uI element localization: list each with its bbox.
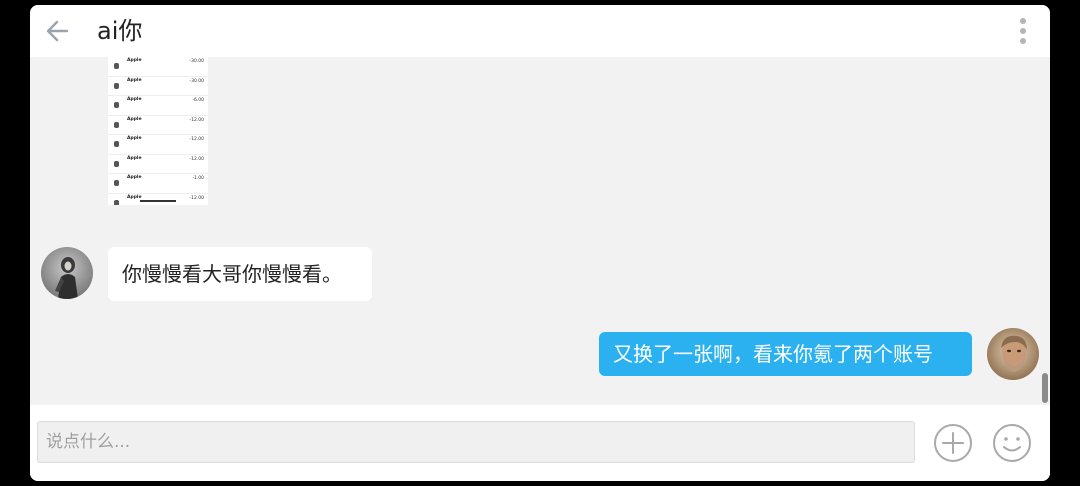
receipt-row: Apple -6.00 [108,96,208,116]
receipt-amount: -1.00 [192,176,204,181]
apple-icon [114,180,119,186]
receipt-name: Apple [127,136,142,141]
redaction-bar [140,199,176,202]
incoming-message[interactable]: 你慢慢看大哥你慢慢看。 [108,247,372,301]
user-avatar-image [987,328,1039,380]
receipt-name: Apple [127,155,142,161]
receipt-amount: -12.00 [189,117,204,123]
message-list[interactable]: Apple -30.00 Apple -30.00 Apple -6.00 Ap… [30,57,1050,405]
input-bar [30,405,1050,481]
receipt-amount: -12.00 [189,156,204,162]
receipt-row: Apple -1.00 [108,174,208,194]
back-button[interactable] [44,17,72,45]
receipt-amount: -12.00 [189,137,204,142]
receipt-name: Apple [127,116,142,122]
receipt-name: Apple [127,97,142,102]
arrow-left-icon [46,20,69,42]
apple-icon [114,82,119,89]
contact-avatar-image [41,247,93,299]
receipt-amount: -30.00 [189,78,204,84]
chat-window: ai你 Apple -30.00 Apple -30.00 Apple -6.0… [30,5,1050,481]
apple-icon [114,121,119,128]
apple-icon [114,160,119,167]
apple-icon [114,63,119,69]
receipt-row: Apple -12.00 [108,155,208,174]
receipt-amount: -30.00 [189,59,204,64]
smiley-icon [993,424,1031,462]
receipt-name: Apple [127,77,142,83]
apple-icon [114,102,119,108]
message-input[interactable] [37,421,915,463]
receipt-row: Apple -30.00 [108,77,208,96]
user-avatar[interactable] [987,328,1039,380]
add-attachment-button[interactable] [933,423,973,463]
apple-icon [114,141,119,147]
chat-title: ai你 [97,17,143,45]
receipt-amount: -6.00 [192,98,204,103]
apple-icon [114,199,119,205]
more-vertical-icon [1020,18,1026,44]
receipt-name: Apple [127,175,142,180]
emoji-button[interactable] [992,423,1032,463]
receipt-name: Apple [127,58,142,63]
contact-avatar[interactable] [41,247,93,299]
image-message[interactable]: Apple -30.00 Apple -30.00 Apple -6.00 Ap… [108,57,208,205]
more-options-button[interactable] [1016,17,1030,45]
outgoing-message[interactable]: 又换了一张啊，看来你氪了两个账号 [599,332,972,376]
header-bar: ai你 [30,5,1050,57]
receipt-row: Apple -12.00 [108,135,208,155]
receipt-row: Apple -12.00 [108,116,208,135]
receipt-row: Apple -12.00 [108,194,208,205]
scrollbar-thumb[interactable] [1042,373,1048,403]
plus-circle-icon [934,424,972,462]
receipt-row: Apple -30.00 [108,57,208,77]
receipt-amount: -12.00 [189,195,204,201]
